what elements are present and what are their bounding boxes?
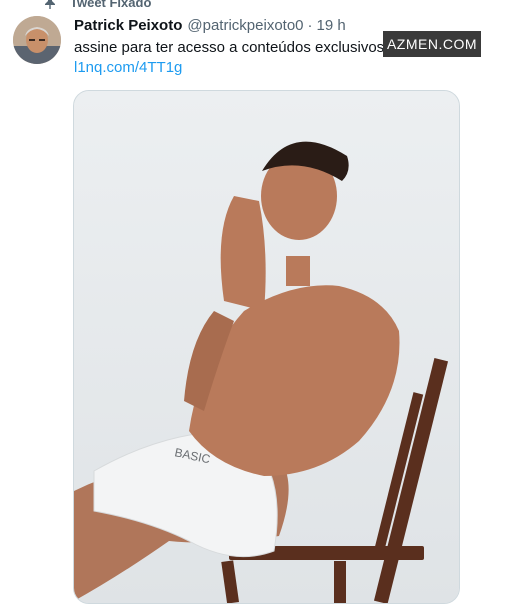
tweet-text: assine para ter acesso a conteúdos exclu… <box>74 39 385 56</box>
tweet-header: Patrick Peixoto @patrickpeixoto0 · 19 h <box>74 16 346 36</box>
tweet-media-photo[interactable]: BASIC <box>73 90 460 604</box>
pinned-label: Tweet Fixado <box>70 0 152 10</box>
tweet-timestamp[interactable]: 19 h <box>317 16 346 36</box>
pinned-indicator: Tweet Fixado <box>44 0 151 10</box>
tweet-link[interactable]: l1nq.com/4TT1g <box>74 58 182 78</box>
avatar[interactable] <box>13 16 61 64</box>
separator-dot: · <box>307 17 313 34</box>
avatar-photo <box>13 16 61 64</box>
watermark-label: AZMEN.COM <box>383 31 481 57</box>
user-handle[interactable]: @patrickpeixoto0 <box>187 16 303 36</box>
display-name[interactable]: Patrick Peixoto <box>74 16 182 36</box>
pin-icon <box>45 0 55 9</box>
photo-illustration: BASIC <box>74 91 459 603</box>
